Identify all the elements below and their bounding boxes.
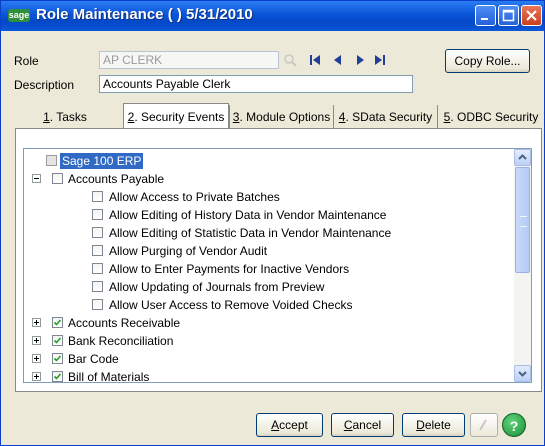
role-field[interactable]: AP CLERK	[99, 51, 279, 69]
tree-node-accounts-receivable[interactable]: Accounts Receivable	[32, 315, 432, 331]
undo-icon	[479, 419, 487, 431]
tree-root-label: Sage 100 ERP	[60, 153, 144, 169]
role-maintenance-window: sage Role Maintenance ( ) 5/31/2010 Role…	[0, 0, 545, 446]
accept-rest: ccept	[279, 418, 308, 432]
collapse-icon[interactable]	[32, 174, 41, 183]
leaf-checkbox[interactable]	[92, 209, 103, 220]
root-checkbox[interactable]	[46, 155, 57, 166]
accept-button[interactable]: Accept	[256, 413, 323, 437]
leaf-checkbox[interactable]	[92, 263, 103, 274]
module-checkbox[interactable]	[52, 371, 63, 382]
scroll-down-button[interactable]	[514, 365, 531, 382]
description-field[interactable]: Accounts Payable Clerk	[99, 75, 413, 93]
tree-leaf[interactable]: Allow Editing of Statistic Data in Vendo…	[92, 225, 512, 241]
minimize-icon	[481, 18, 488, 20]
delete-button[interactable]: Delete	[402, 413, 465, 437]
leaf-checkbox[interactable]	[92, 281, 103, 292]
tree-leaf[interactable]: Allow Editing of History Data in Vendor …	[92, 207, 512, 223]
tree-leaf[interactable]: Allow Purging of Vendor Audit	[92, 243, 512, 259]
tree-node-bill-of-materials[interactable]: Bill of Materials	[32, 369, 432, 383]
tree-root[interactable]: Sage 100 ERP	[32, 153, 332, 169]
tree-node-label: Bill of Materials	[68, 370, 150, 383]
tree-node-label: Bar Code	[68, 352, 119, 366]
tab-tasks[interactable]: 1. Tasks	[15, 105, 115, 129]
chevron-down-icon	[518, 371, 527, 377]
tree-leaf-label: Allow Editing of Statistic Data in Vendo…	[109, 226, 392, 240]
expand-icon[interactable]	[32, 318, 41, 327]
tree-leaf-label: Allow Editing of History Data in Vendor …	[109, 208, 387, 222]
tree-node-accounts-payable[interactable]: Accounts Payable	[32, 171, 432, 187]
lookup-icon[interactable]	[282, 51, 300, 69]
expand-icon[interactable]	[32, 372, 41, 381]
tree-leaf-label: Allow Updating of Journals from Preview	[109, 280, 325, 294]
title-bar[interactable]: sage Role Maintenance ( ) 5/31/2010	[1, 1, 544, 31]
checkmark-icon	[53, 319, 62, 326]
description-label: Description	[14, 78, 75, 92]
checkmark-icon	[53, 355, 62, 362]
copy-role-button[interactable]: Copy Role...	[445, 49, 530, 73]
expand-icon[interactable]	[32, 336, 41, 345]
leaf-checkbox[interactable]	[92, 299, 103, 310]
module-checkbox[interactable]	[52, 317, 63, 328]
scroll-thumb[interactable]	[515, 167, 530, 273]
tree-leaf-label: Allow Purging of Vendor Audit	[109, 244, 268, 258]
tree-node-bar-code[interactable]: Bar Code	[32, 351, 432, 367]
module-checkbox[interactable]	[52, 335, 63, 346]
tree-leaf[interactable]: Allow to Enter Payments for Inactive Ven…	[92, 261, 512, 277]
previous-record-icon[interactable]	[330, 51, 346, 69]
minimize-button[interactable]	[475, 5, 496, 26]
tree-node-bank-reconciliation[interactable]: Bank Reconciliation	[32, 333, 432, 349]
checkmark-icon	[53, 373, 62, 380]
tree-leaf-label: Allow User Access to Remove Voided Check…	[109, 298, 353, 312]
last-record-icon[interactable]	[371, 51, 387, 69]
close-button[interactable]	[521, 5, 542, 26]
undo-button[interactable]	[470, 413, 498, 437]
tree-leaf[interactable]: Allow User Access to Remove Voided Check…	[92, 297, 512, 313]
tab-row: 1. Tasks 2. Security Events 3. Module Op…	[15, 103, 544, 130]
leaf-checkbox[interactable]	[92, 191, 103, 202]
tree-node-label: Bank Reconciliation	[68, 334, 174, 348]
expand-icon[interactable]	[32, 354, 41, 363]
help-button[interactable]: ?	[502, 413, 526, 437]
window-title: Role Maintenance ( ) 5/31/2010	[36, 6, 253, 23]
sage-logo-icon: sage	[8, 9, 30, 22]
checkmark-icon	[53, 337, 62, 344]
tree-node-label: Accounts Receivable	[68, 316, 181, 330]
role-label: Role	[14, 54, 39, 68]
module-checkbox[interactable]	[52, 353, 63, 364]
scroll-up-button[interactable]	[514, 149, 531, 166]
security-events-tree[interactable]: Sage 100 ERP Accounts Payable Allow Acce…	[23, 148, 532, 383]
next-record-icon[interactable]	[352, 51, 368, 69]
tab-sdata-security[interactable]: 4. SData Security	[333, 105, 437, 129]
tree-leaf[interactable]: Allow Access to Private Batches	[92, 189, 512, 205]
chevron-up-icon	[518, 154, 527, 160]
cancel-button[interactable]: Cancel	[331, 413, 394, 437]
leaf-checkbox[interactable]	[92, 227, 103, 238]
first-record-icon[interactable]	[308, 51, 324, 69]
tree-node-label: Accounts Payable	[68, 172, 165, 186]
accounts-payable-checkbox[interactable]	[52, 173, 63, 184]
maximize-icon	[502, 9, 515, 22]
tree-scrollbar[interactable]	[514, 149, 531, 382]
maximize-button[interactable]	[498, 5, 519, 26]
tab-security-events[interactable]: 2. Security Events	[123, 103, 229, 130]
leaf-checkbox[interactable]	[92, 245, 103, 256]
tree-leaf[interactable]: Allow Updating of Journals from Preview	[92, 279, 512, 295]
tree-leaf-label: Allow Access to Private Batches	[109, 190, 280, 204]
tab-module-options[interactable]: 3. Module Options	[229, 105, 333, 129]
tab-odbc-security[interactable]: 5. ODBC Security	[437, 105, 544, 129]
tree-leaf-label: Allow to Enter Payments for Inactive Ven…	[109, 262, 350, 276]
close-icon	[526, 10, 537, 21]
